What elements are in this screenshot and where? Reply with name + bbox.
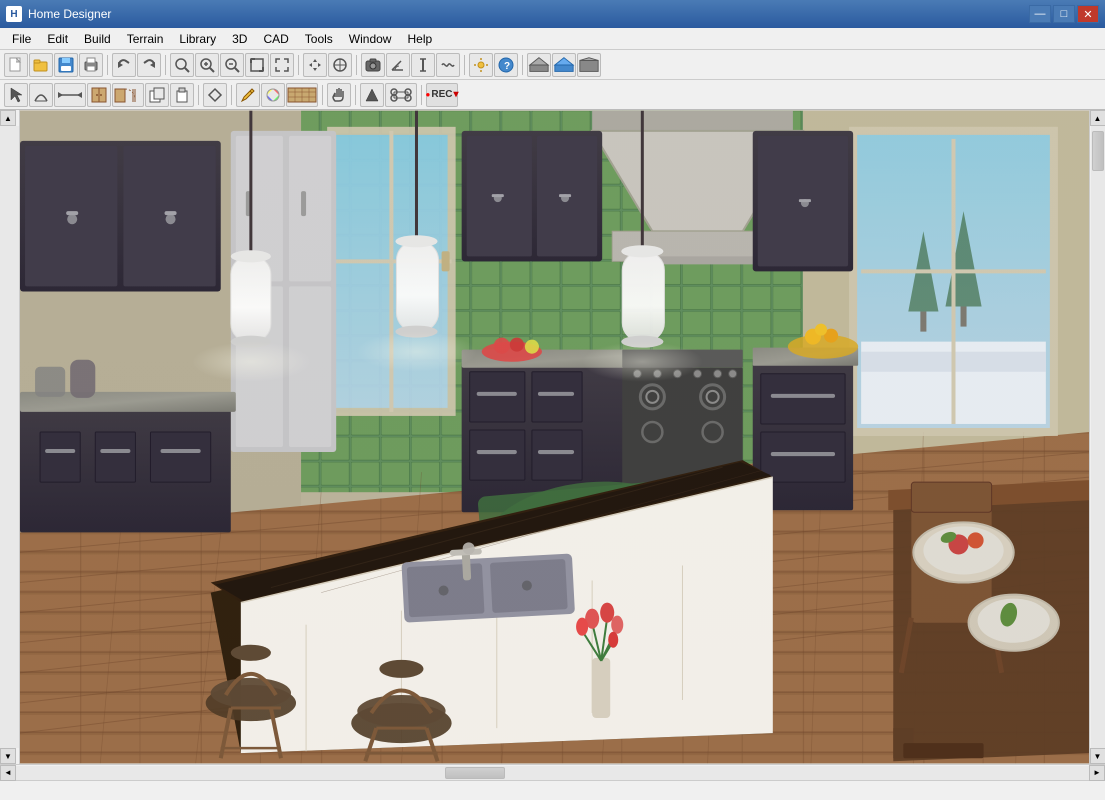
toolbar-separator-4 bbox=[356, 55, 357, 75]
paste-tool[interactable] bbox=[170, 83, 194, 107]
rec-button[interactable]: ●REC▾ bbox=[426, 83, 458, 107]
scroll-up-button[interactable]: ▲ bbox=[1090, 110, 1105, 126]
h-scroll-track[interactable] bbox=[16, 766, 1089, 780]
scroll-right-button[interactable]: ► bbox=[1089, 765, 1105, 781]
toolbar2-separator-4 bbox=[355, 85, 356, 105]
toolbar2-separator-2 bbox=[231, 85, 232, 105]
select-tool[interactable] bbox=[4, 83, 28, 107]
h-scroll-thumb[interactable] bbox=[445, 767, 505, 779]
pan-button[interactable] bbox=[328, 53, 352, 77]
move-view-button[interactable] bbox=[303, 53, 327, 77]
connect-tool[interactable] bbox=[203, 83, 227, 107]
fit-window-button[interactable] bbox=[245, 53, 269, 77]
wave-button[interactable] bbox=[436, 53, 460, 77]
pencil-tool[interactable] bbox=[236, 83, 260, 107]
right-scrollbar: ▲ ▼ bbox=[1089, 110, 1105, 764]
app-icon: H bbox=[6, 6, 22, 22]
toolbar-separator-6 bbox=[522, 55, 523, 75]
toolbar2-separator-3 bbox=[322, 85, 323, 105]
menu-library[interactable]: Library bbox=[171, 30, 224, 48]
window-title: Home Designer bbox=[28, 7, 1027, 21]
kitchen-render bbox=[20, 110, 1089, 764]
line-tool[interactable] bbox=[54, 83, 86, 107]
print-button[interactable] bbox=[79, 53, 103, 77]
floor-plan-button[interactable] bbox=[527, 53, 551, 77]
bottom-scrollbar: ◄ ► bbox=[0, 764, 1105, 780]
minimize-button[interactable]: — bbox=[1029, 5, 1051, 23]
zoom-out-button[interactable] bbox=[220, 53, 244, 77]
menu-file[interactable]: File bbox=[4, 30, 39, 48]
toolbar2-separator-5 bbox=[421, 85, 422, 105]
save-button[interactable] bbox=[54, 53, 78, 77]
open-button[interactable] bbox=[29, 53, 53, 77]
toolbar-separator-5 bbox=[464, 55, 465, 75]
help-button[interactable]: ? bbox=[494, 53, 518, 77]
undo-button[interactable] bbox=[112, 53, 136, 77]
camera-button[interactable] bbox=[361, 53, 385, 77]
close-button[interactable]: ✕ bbox=[1077, 5, 1099, 23]
toolbar-2: ●REC▾ bbox=[0, 80, 1105, 110]
sun-button[interactable] bbox=[469, 53, 493, 77]
menu-build[interactable]: Build bbox=[76, 30, 119, 48]
fullscreen-button[interactable] bbox=[270, 53, 294, 77]
zoom-in-button[interactable] bbox=[195, 53, 219, 77]
status-bar bbox=[0, 780, 1105, 800]
zoom-search-button[interactable] bbox=[170, 53, 194, 77]
toolbar-separator-1 bbox=[107, 55, 108, 75]
arc-tool[interactable] bbox=[29, 83, 53, 107]
scroll-left-button[interactable]: ◄ bbox=[0, 765, 16, 781]
copy-tool[interactable] bbox=[145, 83, 169, 107]
angle-button[interactable] bbox=[386, 53, 410, 77]
menu-tools[interactable]: Tools bbox=[297, 30, 341, 48]
up-button[interactable] bbox=[360, 83, 384, 107]
scroll-track[interactable] bbox=[1091, 126, 1105, 748]
title-bar: H Home Designer — □ ✕ bbox=[0, 0, 1105, 28]
toolbar-separator-3 bbox=[298, 55, 299, 75]
menu-cad[interactable]: CAD bbox=[255, 30, 296, 48]
menu-help[interactable]: Help bbox=[399, 30, 440, 48]
door-tool[interactable] bbox=[112, 83, 144, 107]
scroll-down-button[interactable]: ▼ bbox=[1090, 748, 1105, 764]
menu-terrain[interactable]: Terrain bbox=[119, 30, 172, 48]
maximize-button[interactable]: □ bbox=[1053, 5, 1075, 23]
menu-3d[interactable]: 3D bbox=[224, 30, 255, 48]
texture-tool[interactable] bbox=[286, 83, 318, 107]
svg-text:?: ? bbox=[504, 61, 510, 72]
scroll-thumb[interactable] bbox=[1092, 131, 1104, 171]
left-scroll-down[interactable]: ▼ bbox=[0, 748, 16, 764]
toolbar-separator-2 bbox=[165, 55, 166, 75]
menu-bar: File Edit Build Terrain Library 3D CAD T… bbox=[0, 28, 1105, 50]
hand-tool[interactable] bbox=[327, 83, 351, 107]
redo-button[interactable] bbox=[137, 53, 161, 77]
cabinet-tool[interactable] bbox=[87, 83, 111, 107]
measure-button[interactable] bbox=[411, 53, 435, 77]
left-sidebar: ▲ ▼ bbox=[0, 110, 20, 764]
new-button[interactable] bbox=[4, 53, 28, 77]
color-tool[interactable] bbox=[261, 83, 285, 107]
canvas-area[interactable] bbox=[20, 110, 1089, 764]
transform-tool[interactable] bbox=[385, 83, 417, 107]
left-scroll-up[interactable]: ▲ bbox=[0, 110, 16, 126]
menu-edit[interactable]: Edit bbox=[39, 30, 76, 48]
toolbar-1: ? bbox=[0, 50, 1105, 80]
toolbar2-separator-1 bbox=[198, 85, 199, 105]
elevation-button[interactable] bbox=[577, 53, 601, 77]
3d-view-button[interactable] bbox=[552, 53, 576, 77]
menu-window[interactable]: Window bbox=[341, 30, 400, 48]
